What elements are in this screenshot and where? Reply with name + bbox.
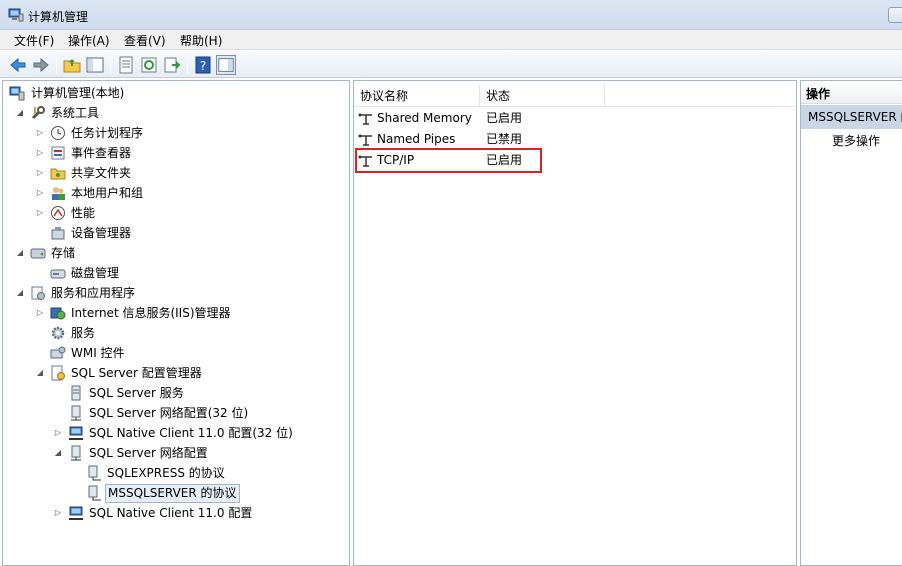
list-item[interactable]: Shared Memory 已启用	[354, 108, 794, 129]
protocol-icon	[358, 113, 372, 125]
tree-label: WMI 控件	[71, 346, 125, 360]
server-icon	[71, 385, 81, 401]
toolbar: ?	[0, 51, 902, 78]
sql-config-icon	[51, 365, 65, 381]
storage-icon	[30, 248, 46, 259]
clock-icon	[51, 126, 65, 140]
network-config-icon	[71, 445, 81, 461]
tree-label: SQL Native Client 11.0 配置	[89, 506, 253, 520]
title-bar: 计算机管理	[0, 0, 902, 30]
highlight-annotation	[355, 148, 542, 173]
computer-management-icon	[8, 8, 24, 22]
tree-label: 计算机管理(本地)	[31, 86, 125, 100]
protocol-name: Shared Memory	[377, 111, 472, 125]
tree-label: 性能	[71, 206, 96, 220]
protocol-name: Named Pipes	[377, 132, 456, 146]
tree-label: MSSQLSERVER 的协议	[105, 484, 240, 503]
menu-action[interactable]: 操作(A)	[68, 32, 110, 49]
tree-label: 服务和应用程序	[51, 286, 136, 300]
tree-label: 系统工具	[51, 106, 100, 120]
list-header: 协议名称 状态	[354, 85, 796, 107]
tree-label: 服务	[71, 326, 96, 340]
tree-label: 磁盘管理	[71, 266, 120, 280]
show-hide-tree-icon[interactable]	[85, 55, 105, 75]
help-icon[interactable]: ?	[193, 55, 213, 75]
collapse-arrow-icon[interactable]: ◢	[35, 363, 45, 383]
iis-icon	[50, 307, 66, 320]
client-computer-icon	[69, 506, 83, 520]
disk-icon	[50, 269, 66, 279]
refresh-icon[interactable]	[139, 55, 159, 75]
event-viewer-icon	[51, 146, 65, 160]
expand-arrow-icon[interactable]: ▷	[35, 143, 45, 163]
tree-label: 本地用户和组	[71, 186, 144, 200]
minimize-button[interactable]	[888, 7, 902, 23]
collapse-arrow-icon[interactable]: ◢	[15, 283, 25, 303]
menu-view[interactable]: 查看(V)	[124, 32, 166, 49]
services-apps-icon	[31, 286, 45, 300]
collapse-arrow-icon[interactable]: ◢	[53, 443, 63, 463]
actions-section-title[interactable]: MSSQLSERVER 的	[801, 105, 902, 129]
expand-arrow-icon[interactable]: ▷	[35, 163, 45, 183]
tree-label: 存储	[51, 246, 76, 260]
client-computer-icon	[69, 426, 83, 440]
protocol-status: 已禁用	[486, 132, 523, 146]
performance-icon	[51, 206, 65, 220]
collapse-arrow-icon[interactable]: ◢	[15, 103, 25, 123]
menu-bar: 文件(F) 操作(A) 查看(V) 帮助(H)	[0, 30, 902, 50]
tree-label: 共享文件夹	[71, 166, 132, 180]
export-list-icon[interactable]	[162, 55, 182, 75]
more-actions-link[interactable]: 更多操作	[832, 131, 880, 151]
collapse-arrow-icon[interactable]: ◢	[15, 243, 25, 263]
protocol-list: 协议名称 状态 Shared Memory 已启用 Named Pipes 已禁…	[353, 80, 797, 566]
tree-label: SQLEXPRESS 的协议	[107, 466, 225, 480]
tree-label: 事件查看器	[71, 146, 132, 160]
expand-arrow-icon[interactable]: ▷	[35, 183, 45, 203]
protocols-icon	[88, 465, 101, 481]
menu-file[interactable]: 文件(F)	[14, 32, 54, 49]
device-manager-icon	[51, 227, 65, 240]
expand-arrow-icon[interactable]: ▷	[35, 303, 45, 323]
actions-header: 操作	[801, 84, 902, 104]
tree-label: SQL Server 网络配置	[89, 446, 208, 460]
console-tree: 计算机管理(本地) ◢ 系统工具 ▷ 任务计划程序 ▷ 事件查看器 ▷ 共享文件…	[2, 80, 350, 566]
back-arrow-icon[interactable]	[8, 55, 28, 75]
tree-label: 设备管理器	[71, 226, 132, 240]
protocol-status: 已启用	[486, 111, 523, 125]
column-header-status[interactable]: 状态	[480, 85, 605, 107]
tree-label: 任务计划程序	[71, 126, 144, 140]
computer-management-icon	[9, 86, 25, 101]
tree-label: SQL Native Client 11.0 配置(32 位)	[89, 426, 293, 440]
menu-help[interactable]: 帮助(H)	[180, 32, 222, 49]
tools-icon	[31, 106, 45, 120]
wmi-icon	[50, 346, 66, 359]
expand-arrow-icon[interactable]: ▷	[35, 203, 45, 223]
shared-folder-icon	[50, 168, 66, 180]
expand-arrow-icon[interactable]: ▷	[53, 503, 63, 523]
gear-icon	[51, 326, 65, 340]
list-item[interactable]: Named Pipes 已禁用	[354, 129, 794, 150]
svg-text:?: ?	[200, 59, 206, 73]
users-icon	[52, 187, 65, 200]
tree-label: Internet 信息服务(IIS)管理器	[71, 306, 231, 320]
up-folder-icon[interactable]	[62, 55, 82, 75]
expand-arrow-icon[interactable]: ▷	[53, 423, 63, 443]
column-header-protocol-name[interactable]: 协议名称	[354, 85, 480, 107]
forward-arrow-icon[interactable]	[31, 55, 51, 75]
window-title: 计算机管理	[28, 10, 89, 24]
protocols-icon	[88, 485, 101, 501]
network-config-icon	[71, 405, 81, 421]
properties-icon[interactable]	[116, 55, 136, 75]
protocol-icon	[358, 134, 372, 146]
expand-arrow-icon[interactable]: ▷	[35, 123, 45, 143]
show-action-pane-icon[interactable]	[216, 55, 236, 75]
tree-label: SQL Server 网络配置(32 位)	[89, 406, 249, 420]
tree-label: SQL Server 服务	[89, 386, 184, 400]
actions-pane: 操作 MSSQLSERVER 的 更多操作	[800, 80, 902, 566]
tree-label: SQL Server 配置管理器	[71, 366, 202, 380]
